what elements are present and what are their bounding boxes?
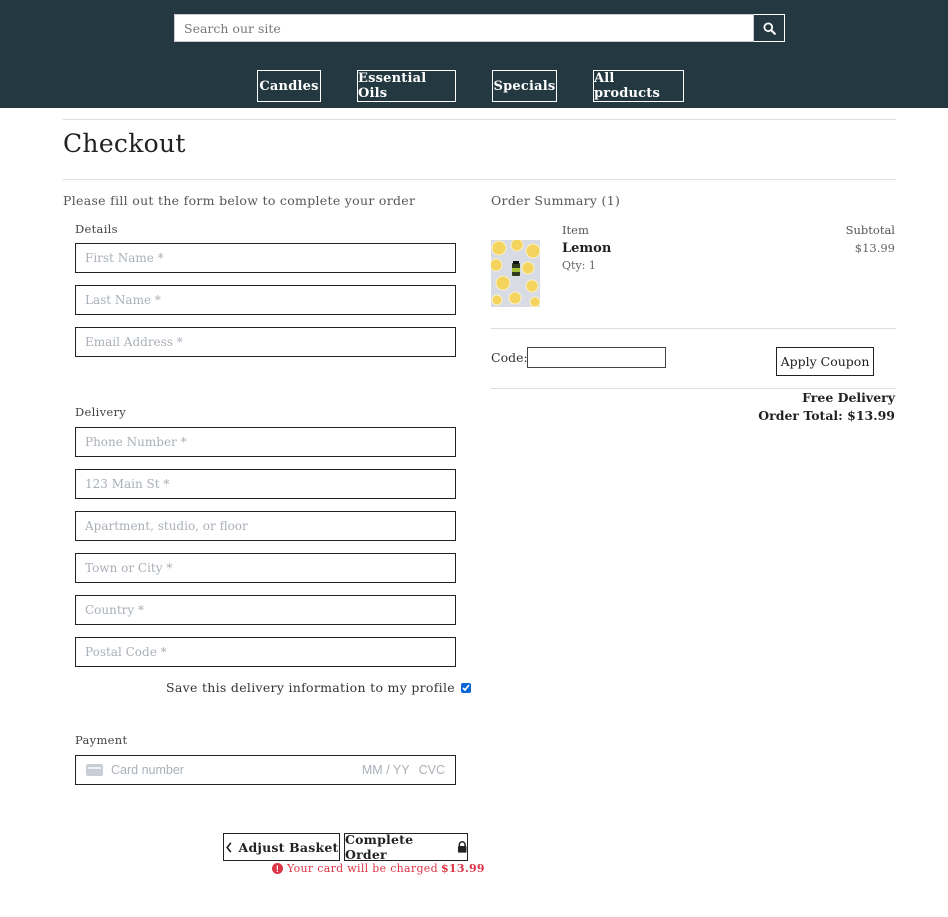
phone-field[interactable] [75, 427, 456, 457]
country-field[interactable] [75, 595, 456, 625]
adjust-basket-label: Adjust Basket [238, 839, 339, 855]
delivery-cost: Free Delivery [802, 390, 895, 405]
apartment-field[interactable] [75, 511, 456, 541]
delivery-label: Delivery [75, 405, 127, 419]
street-address-field[interactable] [75, 469, 456, 499]
charge-note: ! Your card will be charged $13.99 [272, 862, 485, 875]
page-title: Checkout [63, 129, 186, 158]
order-total: Order Total: $13.99 [758, 408, 895, 423]
details-label: Details [75, 222, 118, 236]
nav-essential-oils[interactable]: Essential Oils [357, 70, 456, 102]
nav-all-products[interactable]: All products [593, 70, 684, 102]
postal-code-field[interactable] [75, 637, 456, 667]
save-delivery-checkbox[interactable] [460, 682, 471, 693]
product-name: Lemon [562, 241, 612, 256]
site-header: Candles Essential Oils Specials All prod… [0, 0, 948, 108]
adjust-basket-button[interactable]: Adjust Basket [223, 833, 340, 861]
coupon-code-input[interactable] [527, 347, 666, 368]
column-item: Item [562, 223, 589, 237]
divider [63, 119, 896, 120]
first-name-field[interactable] [75, 243, 456, 273]
exclamation-icon: ! [272, 863, 283, 874]
charge-note-text: Your card will be charged [287, 862, 438, 875]
column-subtotal: Subtotal [845, 223, 895, 237]
charge-amount: $13.99 [440, 862, 485, 875]
form-intro: Please fill out the form below to comple… [63, 193, 416, 208]
coupon-code-label: Code: [491, 350, 528, 365]
email-field[interactable] [75, 327, 456, 357]
save-delivery-row[interactable]: Save this delivery information to my pro… [166, 680, 471, 695]
search-bar [174, 14, 785, 42]
lock-icon [457, 841, 467, 853]
divider [491, 328, 896, 329]
credit-card-icon [86, 764, 103, 776]
search-icon [762, 21, 776, 35]
complete-order-label: Complete Order [345, 832, 414, 862]
chevron-left-icon [225, 841, 232, 853]
product-image [491, 240, 540, 307]
card-input[interactable]: Card number MM / YY CVC [75, 755, 456, 785]
complete-order-button[interactable]: Complete Order [344, 832, 468, 862]
town-city-field[interactable] [75, 553, 456, 583]
search-button[interactable] [754, 14, 785, 42]
nav-specials[interactable]: Specials [492, 70, 557, 102]
order-summary-title: Order Summary (1) [491, 193, 621, 208]
apply-coupon-button[interactable]: Apply Coupon [776, 347, 874, 376]
product-qty: Qty: 1 [562, 259, 596, 272]
card-number-placeholder: Card number [111, 763, 184, 777]
divider [491, 388, 896, 389]
save-delivery-label: Save this delivery information to my pro… [166, 680, 455, 695]
payment-label: Payment [75, 733, 128, 747]
divider [63, 179, 896, 180]
card-expiry-placeholder: MM / YY [361, 763, 410, 777]
last-name-field[interactable] [75, 285, 456, 315]
search-input[interactable] [174, 14, 754, 42]
product-subtotal: $13.99 [854, 241, 895, 255]
nav-candles[interactable]: Candles [257, 70, 321, 102]
card-cvc-placeholder: CVC [418, 763, 445, 777]
